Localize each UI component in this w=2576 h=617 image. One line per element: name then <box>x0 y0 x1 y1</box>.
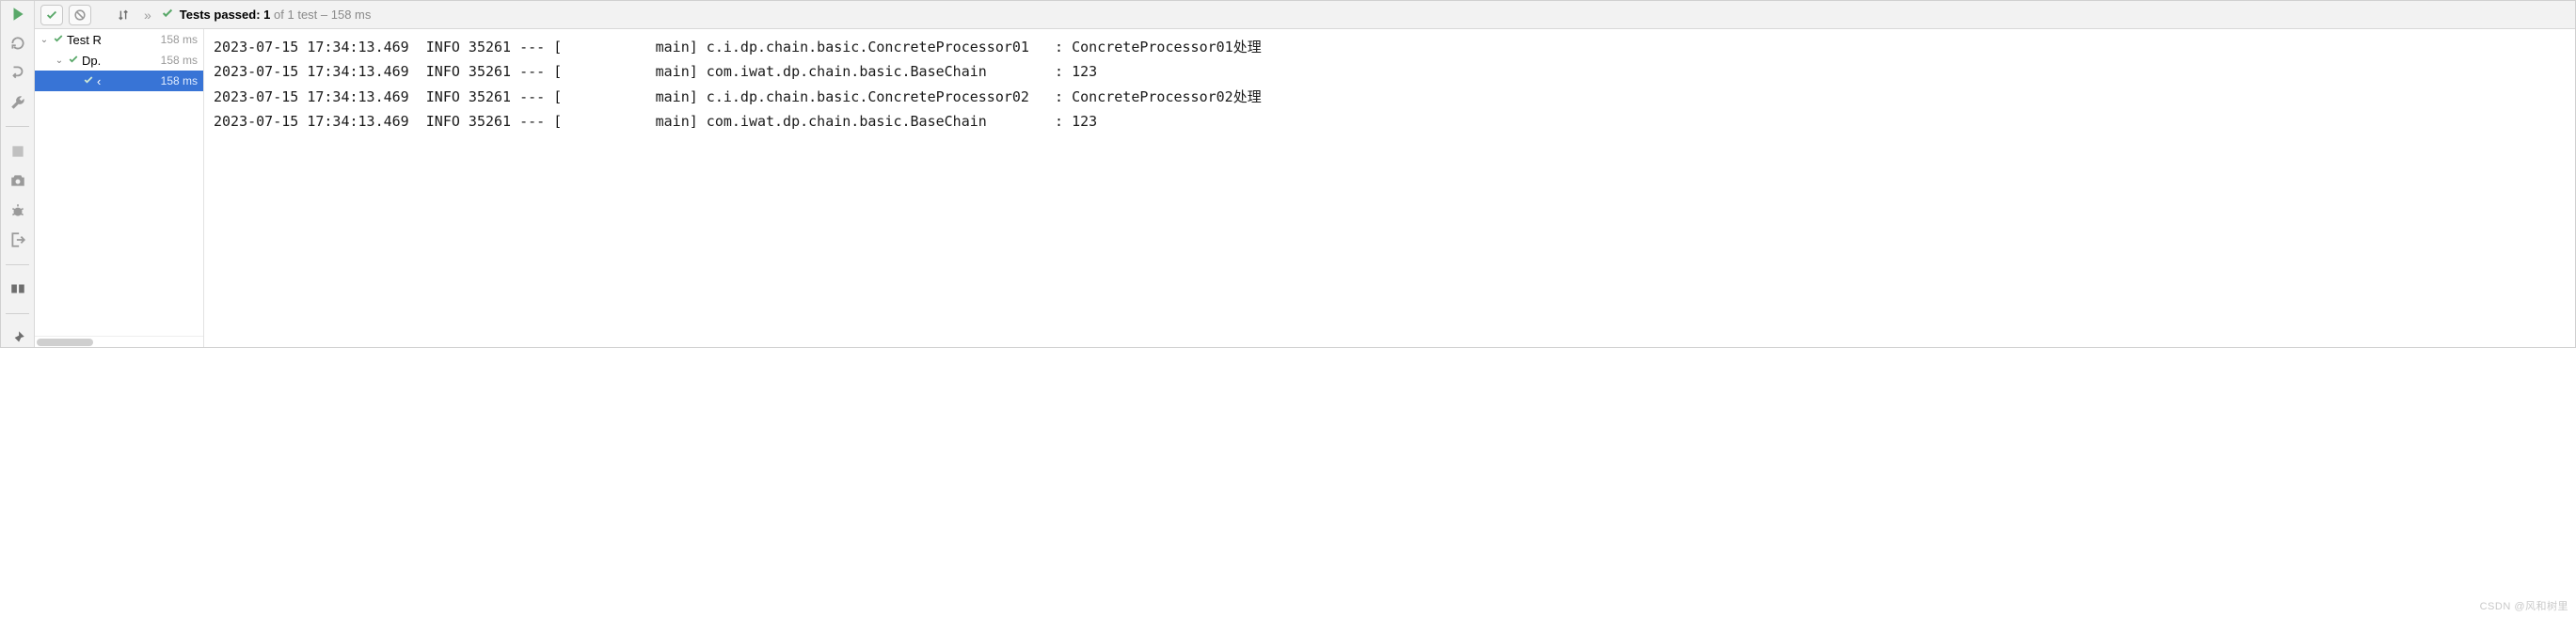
status-count: 1 <box>263 8 270 22</box>
layout-icon[interactable] <box>8 280 28 298</box>
pass-check-icon <box>80 74 97 88</box>
gutter-divider-2 <box>6 264 29 265</box>
camera-icon[interactable] <box>8 172 28 190</box>
toggle-auto-icon[interactable] <box>8 64 28 82</box>
tree-row-label: ‹ <box>97 74 101 88</box>
wrench-icon[interactable] <box>8 93 28 111</box>
status-prefix: Tests passed: <box>180 8 261 22</box>
console-output[interactable]: 2023-07-15 17:34:13.469 INFO 35261 --- [… <box>204 29 2575 347</box>
expand-arrow-icon[interactable]: ⌄ <box>39 35 50 45</box>
expand-arrow-icon[interactable]: ⌄ <box>54 55 65 66</box>
main-area: » Tests passed: 1 of 1 test – 158 ms ⌄Te… <box>35 1 2575 347</box>
gutter-divider <box>6 126 29 127</box>
test-runner-panel: » Tests passed: 1 of 1 test – 158 ms ⌄Te… <box>0 0 2576 348</box>
rerun-icon[interactable] <box>8 34 28 52</box>
pass-check-icon <box>50 33 67 47</box>
show-ignored-button[interactable] <box>69 5 91 25</box>
tree-row[interactable]: ⌄ Dp. 158 ms <box>35 50 203 71</box>
status-suffix: of 1 test – 158 ms <box>274 8 371 22</box>
tree-row-label: Dp. <box>82 54 101 68</box>
tree-row-time: 158 ms <box>161 74 203 87</box>
scrollbar-thumb[interactable] <box>37 339 93 346</box>
pin-icon[interactable] <box>8 329 28 347</box>
exit-icon[interactable] <box>8 230 28 248</box>
stop-icon[interactable] <box>8 142 28 160</box>
test-tree: ⌄Test R158 ms⌄Dp.158 ms‹158 ms <box>35 29 204 347</box>
tree-row[interactable]: ‹ 158 ms <box>35 71 203 91</box>
breadcrumb-chevron-icon: » <box>140 8 155 23</box>
pass-check-icon <box>65 54 82 68</box>
watermark: CSDN @风和树里 <box>2480 598 2568 613</box>
tree-content: ⌄Test R158 ms⌄Dp.158 ms‹158 ms <box>35 29 203 336</box>
bug-icon[interactable] <box>8 201 28 219</box>
sort-button[interactable] <box>112 5 135 25</box>
gutter-toolbar <box>1 1 35 347</box>
tree-row-time: 158 ms <box>161 33 203 46</box>
tree-row-time: 158 ms <box>161 54 203 67</box>
test-toolbar: » Tests passed: 1 of 1 test – 158 ms <box>35 1 2575 29</box>
test-status: Tests passed: 1 of 1 test – 158 ms <box>161 7 372 23</box>
tree-hscrollbar[interactable] <box>35 336 203 347</box>
gutter-divider-3 <box>6 313 29 314</box>
tree-row[interactable]: ⌄ Test R 158 ms <box>35 29 203 50</box>
body: ⌄Test R158 ms⌄Dp.158 ms‹158 ms 2023-07-1… <box>35 29 2575 347</box>
status-text: Tests passed: 1 of 1 test – 158 ms <box>180 8 372 22</box>
check-icon <box>161 7 174 23</box>
run-icon[interactable] <box>8 5 28 23</box>
show-passed-button[interactable] <box>40 5 63 25</box>
tree-row-label: Test R <box>67 33 102 47</box>
